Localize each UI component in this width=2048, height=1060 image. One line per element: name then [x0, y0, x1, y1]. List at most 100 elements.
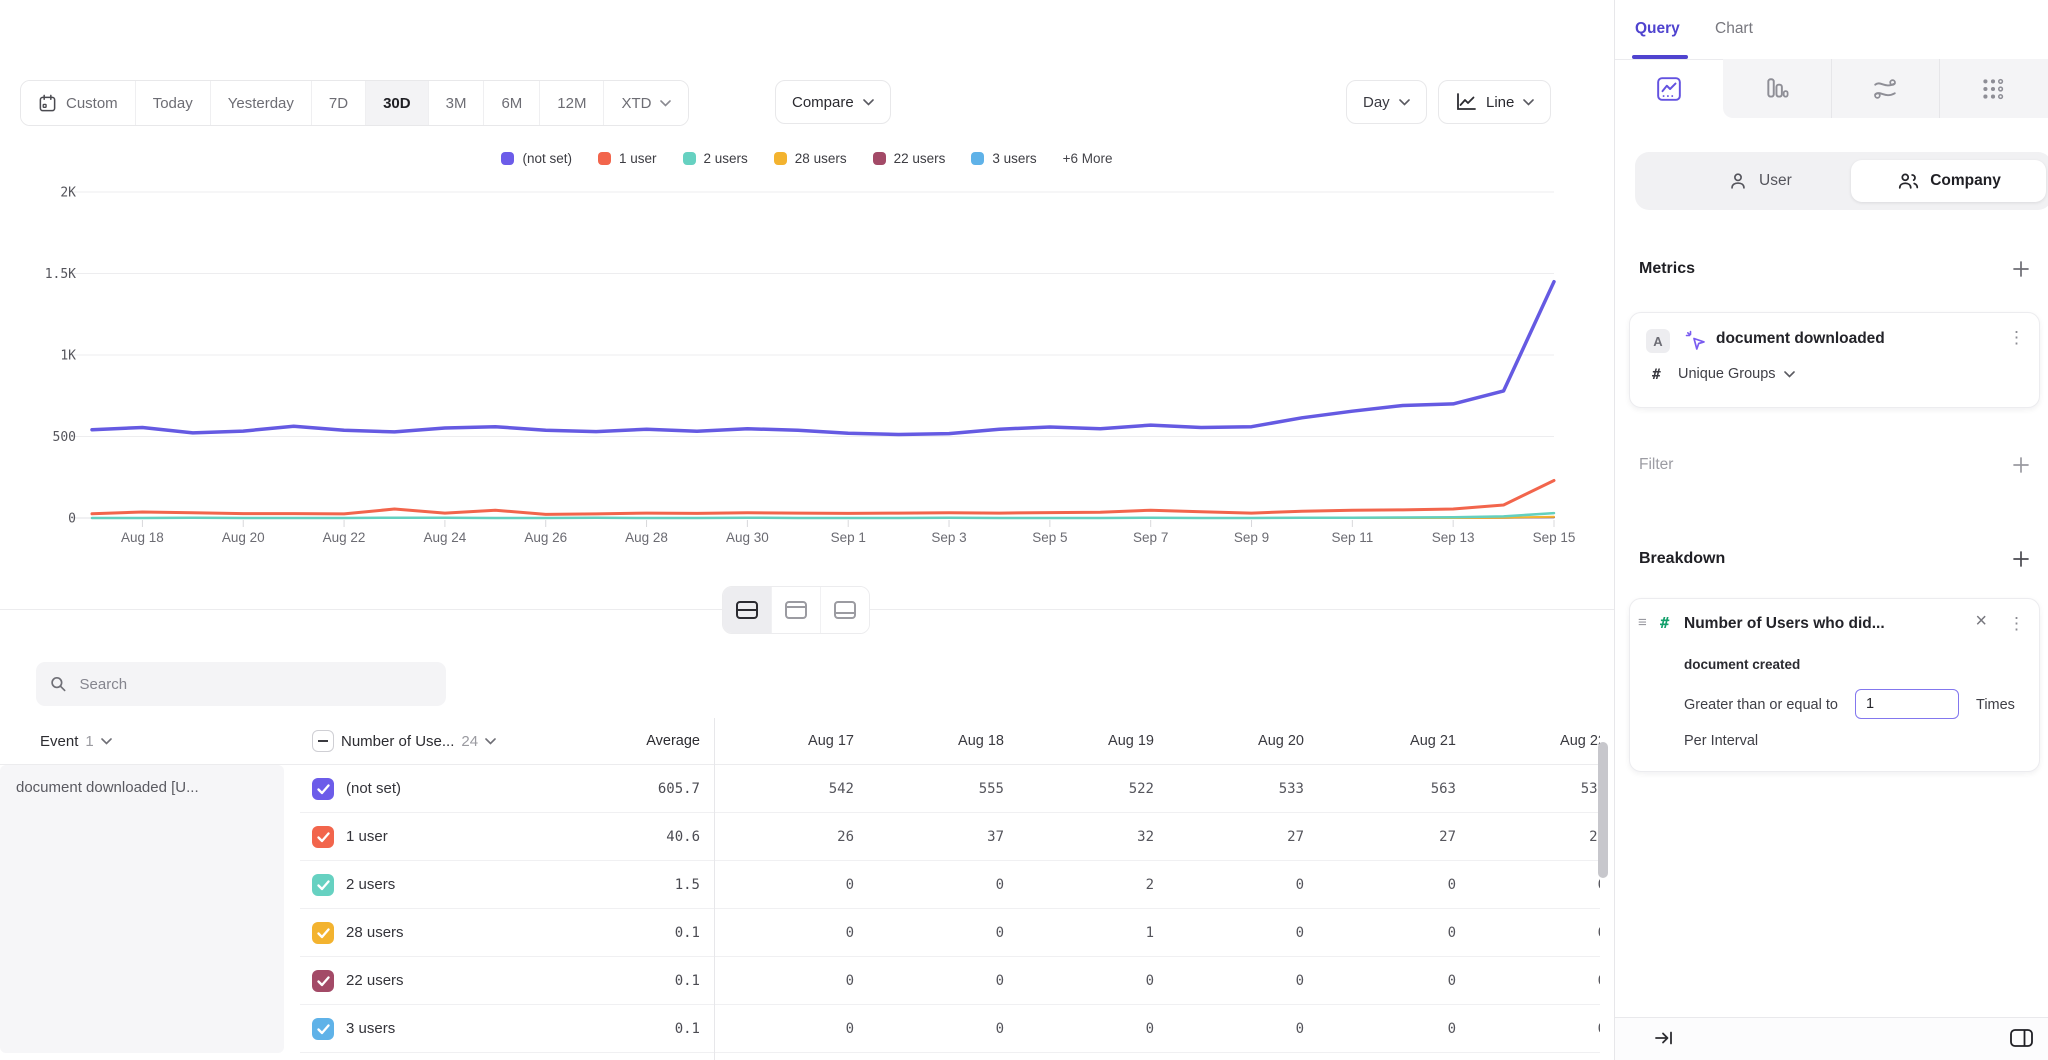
user-icon: [1727, 170, 1749, 192]
row-value: 2: [1004, 861, 1154, 909]
add-breakdown-button[interactable]: [2012, 550, 2030, 568]
add-filter-button[interactable]: [2012, 456, 2030, 474]
add-metric-button[interactable]: [2012, 260, 2030, 278]
layout-chart-only-button[interactable]: [772, 587, 821, 633]
range-button-yesterday[interactable]: Yesterday: [211, 81, 312, 125]
breakdown-value-input[interactable]: [1855, 689, 1959, 719]
collapse-panel-icon[interactable]: [1653, 1027, 1675, 1049]
select-all-checkbox[interactable]: [312, 730, 334, 752]
breakdown-menu-button[interactable]: ⋮: [2008, 615, 2025, 632]
scope-company-option[interactable]: Company: [1851, 160, 2046, 202]
date-column-header-aug-22[interactable]: Aug 22: [1456, 718, 1600, 764]
range-button-custom[interactable]: Custom: [21, 81, 136, 125]
svg-text:Sep 1: Sep 1: [831, 530, 866, 545]
sidebar-tabbar: Query Chart: [1615, 0, 2048, 60]
row-label[interactable]: 28 users: [346, 909, 404, 957]
legend-swatch: [873, 152, 886, 165]
check-icon: [317, 1024, 330, 1035]
range-button-7d[interactable]: 7D: [312, 81, 366, 125]
row-average: 1.5: [550, 861, 700, 909]
svg-text:Sep 5: Sep 5: [1032, 530, 1067, 545]
row-value: 0: [1154, 957, 1304, 1005]
range-button-12m[interactable]: 12M: [540, 81, 604, 125]
row-checkbox[interactable]: [312, 922, 334, 944]
calendar-icon: [38, 94, 57, 113]
range-button-6m[interactable]: 6M: [484, 81, 540, 125]
row-checkbox[interactable]: [312, 970, 334, 992]
scope-user-option[interactable]: User: [1727, 152, 1792, 210]
group-header-label: Number of Use...: [341, 733, 454, 750]
close-icon[interactable]: ×: [1975, 611, 1987, 631]
metric-menu-button[interactable]: ⋮: [2008, 329, 2025, 346]
date-column-header-aug-19[interactable]: Aug 19: [1004, 718, 1154, 764]
breakdown-condition-label[interactable]: Greater than or equal to: [1684, 697, 1838, 713]
date-column-header-aug-17[interactable]: Aug 17: [704, 718, 854, 764]
table-row-28-users: 28 users0.1001000: [0, 909, 1600, 957]
row-value: 32: [1004, 813, 1154, 861]
date-column-header-aug-21[interactable]: Aug 21: [1306, 718, 1456, 764]
legend-more-button[interactable]: +6 More: [1063, 151, 1113, 166]
row-label[interactable]: 2 users: [346, 861, 395, 909]
date-column-header-aug-20[interactable]: Aug 20: [1154, 718, 1304, 764]
legend-item-1-user[interactable]: 1 user: [598, 151, 657, 166]
series-not-set: [92, 282, 1554, 435]
row-checkbox[interactable]: [312, 1018, 334, 1040]
legend-item-22-users[interactable]: 22 users: [873, 151, 946, 166]
row-label[interactable]: (not set): [346, 765, 401, 813]
side-panel-icon[interactable]: [2009, 1026, 2034, 1050]
chevron-down-icon: [485, 738, 496, 745]
row-average: 0.1: [550, 909, 700, 957]
metric-measure-dropdown[interactable]: Unique Groups: [1678, 366, 1795, 382]
layout-split-button[interactable]: [723, 587, 772, 633]
breakdown-card[interactable]: ≡ # Number of Users who did... × ⋮ docum…: [1629, 598, 2040, 772]
check-icon: [317, 928, 330, 939]
row-average: 605.7: [550, 765, 700, 813]
range-button-3m[interactable]: 3M: [429, 81, 485, 125]
chart-kind-bar-tab[interactable]: [1723, 59, 1831, 118]
row-value: 0: [1456, 909, 1600, 957]
trend-line-chart[interactable]: 05001K1.5K2KAug 18Aug 20Aug 22Aug 24Aug …: [0, 178, 1614, 568]
date-column-header-aug-18[interactable]: Aug 18: [854, 718, 1004, 764]
row-label[interactable]: 1 user: [346, 813, 388, 861]
chart-kind-grid-tab[interactable]: [1939, 59, 2047, 118]
legend-item-2-users[interactable]: 2 users: [683, 151, 748, 166]
breakdown-event-name[interactable]: document created: [1684, 657, 1800, 672]
chart-kind-line-tab[interactable]: [1615, 59, 1723, 118]
split-view-icon: [736, 601, 758, 619]
range-button-30d[interactable]: 30D: [366, 81, 429, 125]
tab-query[interactable]: Query: [1635, 0, 1680, 58]
chart-type-dropdown[interactable]: Line: [1438, 80, 1551, 124]
compare-button[interactable]: Compare: [775, 80, 891, 124]
legend-item-28-users[interactable]: 28 users: [774, 151, 847, 166]
search-input[interactable]: [78, 675, 432, 694]
layout-table-only-button[interactable]: [821, 587, 869, 633]
event-column-header[interactable]: Event 1: [40, 718, 112, 764]
interval-dropdown[interactable]: Day: [1346, 80, 1427, 124]
row-value: 538: [1456, 765, 1600, 813]
legend-label: 22 users: [894, 151, 946, 166]
tab-chart[interactable]: Chart: [1715, 0, 1753, 58]
row-checkbox[interactable]: [312, 826, 334, 848]
hash-icon: #: [1652, 367, 1661, 383]
legend-item-3-users[interactable]: 3 users: [971, 151, 1036, 166]
average-column-header[interactable]: Average: [550, 718, 700, 764]
metric-card[interactable]: A document downloaded ⋮ # Unique Groups: [1629, 312, 2040, 408]
top-panel-icon: [785, 601, 807, 619]
metric-measure-label: Unique Groups: [1678, 366, 1776, 382]
breakdown-per-interval[interactable]: Per Interval: [1684, 733, 1758, 749]
company-users-icon: [1896, 170, 1920, 192]
row-label[interactable]: 22 users: [346, 957, 404, 1005]
range-button-xtd[interactable]: XTD: [604, 81, 688, 125]
legend-item-not-set[interactable]: (not set): [501, 151, 572, 166]
row-label[interactable]: 3 users: [346, 1005, 395, 1053]
group-column-header[interactable]: Number of Use... 24: [312, 718, 496, 764]
row-value: 522: [1004, 765, 1154, 813]
drag-handle-icon[interactable]: ≡: [1638, 614, 1647, 631]
table-scrollbar[interactable]: [1598, 742, 1608, 878]
row-checkbox[interactable]: [312, 778, 334, 800]
chart-kind-flow-tab[interactable]: [1831, 59, 1939, 118]
range-button-today[interactable]: Today: [136, 81, 211, 125]
row-checkbox[interactable]: [312, 874, 334, 896]
row-value: 0: [1456, 1005, 1600, 1053]
row-value: 0: [704, 909, 854, 957]
